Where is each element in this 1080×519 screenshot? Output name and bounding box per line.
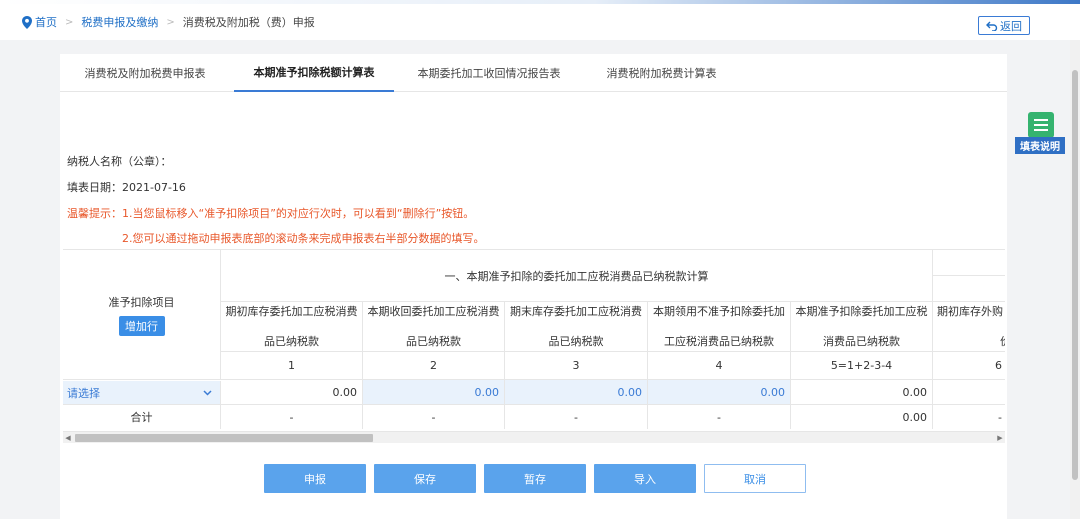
total-label: 合计 [63, 405, 221, 429]
total-col2: - [363, 405, 505, 429]
scroll-right-icon[interactable]: ▶ [995, 432, 1005, 444]
cancel-button[interactable]: 取消 [704, 464, 806, 493]
row1-col2-input[interactable]: 0.00 [363, 380, 505, 405]
group-header: 一、本期准予扣除的委托加工应税消费品已纳税款计算 [221, 250, 933, 302]
col-index-5: 5=1+2-3-4 [791, 352, 933, 380]
total-col6: - [933, 405, 1005, 429]
breadcrumb: 首页 > 税费申报及缴纳 > 消费税及附加税（费）申报 返回 [0, 4, 1080, 40]
vertical-scrollbar[interactable] [1070, 40, 1080, 519]
chevron-right-icon: > [166, 16, 175, 28]
chevron-right-icon: > [65, 16, 74, 28]
breadcrumb-current: 消费税及附加税（费）申报 [182, 16, 315, 29]
return-button[interactable]: 返回 [978, 16, 1030, 35]
total-col1: - [221, 405, 363, 429]
temp-save-button[interactable]: 暂存 [484, 464, 586, 493]
col-3-line1: 期末库存委托加工应税消费 [510, 304, 642, 318]
submit-button[interactable]: 申报 [264, 464, 366, 493]
fill-date-label: 填表日期： [67, 181, 122, 194]
total-col3: - [505, 405, 648, 429]
fill-instructions-label: 填表说明 [1015, 137, 1065, 154]
tab-surcharge-calc[interactable]: 消费税附加税费计算表 [584, 54, 739, 92]
col-header-4: 本期领用不准予扣除委托加 工应税消费品已纳税款 [648, 302, 791, 352]
next-group-header [933, 250, 1005, 276]
total-col5: 0.00 [791, 405, 933, 429]
col-6-line2: 价 [937, 327, 1005, 352]
row1-col1-input[interactable]: 0.00 [221, 380, 363, 405]
col-6-line1: 期初库存外购 [937, 304, 1003, 318]
col-1-line1: 期初库存委托加工应税消费 [225, 304, 358, 318]
scroll-left-icon[interactable]: ◀ [63, 432, 73, 444]
save-button[interactable]: 保存 [374, 464, 476, 493]
return-label: 返回 [1000, 19, 1022, 33]
fill-date-row: 填表日期：2021-07-16 [67, 179, 186, 195]
tip-line-1: 温馨提示：1.当您鼠标移入“准予扣除项目”的对应行次时，可以看到“删除行”按钮。 [67, 205, 474, 221]
breadcrumb-tax-declaration[interactable]: 税费申报及缴纳 [81, 14, 158, 30]
col-header-2: 本期收回委托加工应税消费 品已纳税款 [363, 302, 505, 352]
tab-processing-report[interactable]: 本期委托加工收回情况报告表 [404, 54, 574, 92]
col-header-6: 期初库存外购价 [933, 302, 1005, 352]
document-icon [1028, 112, 1054, 138]
deduction-table: 准予扣除项目 增加行 一、本期准予扣除的委托加工应税消费品已纳税款计算 期初库存… [63, 249, 1005, 429]
vertical-scroll-thumb[interactable] [1072, 70, 1078, 480]
row1-col6-value[interactable] [933, 380, 1005, 405]
import-button[interactable]: 导入 [594, 464, 696, 493]
col-index-2: 2 [363, 352, 505, 380]
form-panel: 消费税及附加税费申报表 本期准予扣除税额计算表 本期委托加工收回情况报告表 消费… [60, 54, 1007, 519]
next-group-subheader [933, 276, 1005, 302]
select-placeholder: 请选择 [67, 386, 100, 400]
col-index-4: 4 [648, 352, 791, 380]
col-index-6: 6 [933, 352, 1005, 380]
col-2-line1: 本期收回委托加工应税消费 [367, 304, 500, 318]
fill-date-value: 2021-07-16 [122, 181, 186, 194]
breadcrumb-home[interactable]: 首页 [35, 14, 57, 30]
tab-consumption-tax-form[interactable]: 消费税及附加税费申报表 [60, 54, 230, 92]
fill-instructions-widget[interactable]: 填表说明 [1015, 110, 1065, 154]
col-index-1: 1 [221, 352, 363, 380]
chevron-down-icon [203, 389, 212, 396]
tab-bar: 消费税及附加税费申报表 本期准予扣除税额计算表 本期委托加工收回情况报告表 消费… [60, 54, 1007, 92]
tip-2-text: 2.您可以通过拖动申报表底部的滚动条来完成申报表右半部分数据的填写。 [122, 232, 485, 245]
horizontal-scrollbar[interactable]: ◀ ▶ [63, 431, 1005, 443]
scroll-thumb[interactable] [75, 434, 373, 442]
item-header-cell: 准予扣除项目 增加行 [63, 250, 221, 380]
col-4-line1: 本期领用不准予扣除委托加 [653, 304, 785, 318]
col-header-3: 期末库存委托加工应税消费 品已纳税款 [505, 302, 648, 352]
total-col4: - [648, 405, 791, 429]
row1-col5-value: 0.00 [791, 380, 933, 405]
deduction-item-select[interactable]: 请选择 [63, 381, 221, 405]
return-arrow-icon [986, 21, 998, 31]
taxpayer-name-label: 纳税人名称（公章）： [67, 155, 172, 168]
item-header: 准予扣除项目 [108, 295, 175, 309]
col-header-1: 期初库存委托加工应税消费 品已纳税款 [221, 302, 363, 352]
tip-1-text: 1.当您鼠标移入“准予扣除项目”的对应行次时，可以看到“删除行”按钮。 [122, 207, 475, 220]
col-index-3: 3 [505, 352, 648, 380]
tab-deductible-tax-calc[interactable]: 本期准予扣除税额计算表 [234, 54, 394, 92]
row1-col4-input[interactable]: 0.00 [648, 380, 791, 405]
tip-label: 温馨提示： [67, 207, 122, 220]
col-header-5: 本期准予扣除委托加工应税 消费品已纳税款 [791, 302, 933, 352]
add-row-button[interactable]: 增加行 [118, 315, 165, 336]
row1-col3-input[interactable]: 0.00 [505, 380, 648, 405]
action-bar: 申报 保存 暂存 导入 取消 [264, 464, 806, 493]
col-5-line1: 本期准予扣除委托加工应税 [795, 304, 928, 318]
location-pin-icon [22, 15, 32, 29]
